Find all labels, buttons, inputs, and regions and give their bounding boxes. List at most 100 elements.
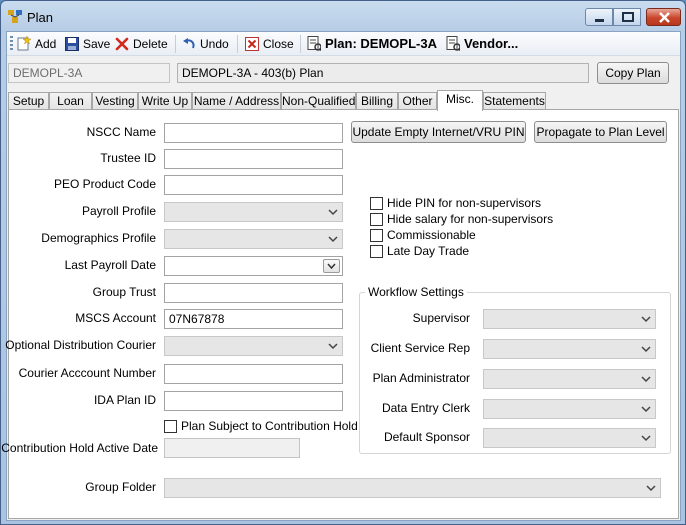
undo-button[interactable]: Undo: [182, 35, 229, 53]
contribution-hold-active-date-label: Contribution Hold Active Date: [1, 441, 158, 455]
hide-pin-label: Hide PIN for non-supervisors: [387, 196, 542, 210]
workflow-settings-title: Workflow Settings: [365, 285, 467, 299]
delete-button[interactable]: Delete: [115, 35, 168, 53]
tab-vesting[interactable]: Vesting: [92, 92, 138, 110]
hide-salary-checkbox[interactable]: [370, 213, 383, 226]
close-button[interactable]: Close: [245, 35, 294, 53]
last-payroll-date-picker[interactable]: [164, 256, 343, 276]
chevron-down-icon: [328, 209, 338, 216]
payroll-profile-label: Payroll Profile: [81, 204, 156, 218]
chevron-down-icon: [641, 346, 651, 353]
demographics-profile-select[interactable]: [164, 229, 343, 249]
chevron-down-icon: [641, 406, 651, 413]
client-service-rep-select[interactable]: [483, 339, 656, 359]
chevron-down-icon: [641, 435, 651, 442]
undo-icon: [183, 38, 195, 49]
trustee-id-label: Trustee ID: [100, 151, 156, 165]
tab-setup[interactable]: Setup: [8, 92, 49, 110]
plan-administrator-select[interactable]: [483, 369, 656, 389]
contribution-hold-active-date-field: [164, 438, 300, 458]
tab-other[interactable]: Other: [398, 92, 437, 110]
courier-account-number-label: Courier Acccount Number: [18, 366, 156, 380]
maximize-button[interactable]: [613, 8, 641, 26]
misc-tab-panel: NSCC Name Trustee ID PEO Product Code Pa…: [1, 109, 679, 519]
mscs-account-input[interactable]: 07N67878: [164, 309, 343, 329]
trustee-id-input[interactable]: [164, 149, 343, 169]
supervisor-select[interactable]: [483, 309, 656, 329]
client-area: Add Save Delete Undo Close Plan: DEMOPL-…: [1, 31, 681, 521]
tab-statements[interactable]: Statements: [483, 92, 546, 110]
optional-distribution-courier-label: Optional Distribution Courier: [5, 338, 156, 352]
demographics-profile-label: Demographics Profile: [41, 231, 156, 245]
chevron-down-icon: [327, 263, 336, 270]
tab-billing[interactable]: Billing: [356, 92, 398, 110]
chevron-down-icon: [328, 236, 338, 243]
close-form-icon: [245, 37, 259, 51]
group-trust-label: Group Trust: [92, 285, 156, 299]
nscc-name-input[interactable]: [164, 123, 343, 143]
save-icon: [65, 37, 79, 51]
late-day-trade-checkbox[interactable]: [370, 245, 383, 258]
optional-distribution-courier-select[interactable]: [164, 336, 343, 356]
data-entry-clerk-label: Data Entry Clerk: [381, 401, 470, 415]
courier-account-number-input[interactable]: [164, 364, 343, 384]
vendor-document-icon: [446, 36, 461, 51]
data-entry-clerk-select[interactable]: [483, 399, 656, 419]
hide-pin-checkbox[interactable]: [370, 197, 383, 210]
tab-name-address[interactable]: Name / Address: [192, 92, 281, 110]
hide-salary-label: Hide salary for non-supervisors: [387, 212, 554, 226]
plan-document-icon: [307, 36, 322, 51]
add-button[interactable]: Add: [17, 35, 56, 53]
app-icon: [8, 10, 22, 23]
toolbar-separator: [175, 35, 176, 53]
tab-loan[interactable]: Loan: [49, 92, 92, 110]
vendor-menu-button[interactable]: Vendor...: [446, 35, 518, 53]
tab-non-qualified[interactable]: Non-Qualified: [281, 92, 356, 110]
chevron-down-icon: [641, 376, 651, 383]
last-payroll-date-label: Last Payroll Date: [64, 258, 156, 272]
chevron-down-icon: [646, 485, 656, 492]
toolbar-grip[interactable]: [10, 36, 13, 52]
supervisor-label: Supervisor: [412, 311, 470, 325]
plan-subject-to-contribution-hold-label: Plan Subject to Contribution Hold: [181, 419, 358, 433]
window-title: Plan: [27, 10, 54, 25]
save-button[interactable]: Save: [65, 35, 110, 53]
toolbar-separator: [300, 35, 301, 53]
minimize-icon: [595, 19, 604, 22]
plan-subject-to-contribution-hold-checkbox[interactable]: [164, 420, 177, 433]
maximize-icon: [622, 12, 634, 22]
close-icon: [659, 12, 670, 23]
plan-code-field: DEMOPL-3A: [8, 63, 170, 83]
toolbar: Add Save Delete Undo Close Plan: DEMOPL-…: [7, 32, 680, 56]
tab-write-up[interactable]: Write Up: [138, 92, 192, 110]
ida-plan-id-label: IDA Plan ID: [93, 393, 156, 407]
nscc-name-label: NSCC Name: [86, 125, 156, 139]
chevron-down-icon: [328, 343, 338, 350]
ida-plan-id-input[interactable]: [164, 391, 343, 411]
group-folder-select[interactable]: [164, 478, 661, 498]
delete-icon: [115, 37, 129, 51]
commissionable-label: Commissionable: [387, 228, 476, 242]
propagate-to-plan-level-button[interactable]: Propagate to Plan Level: [534, 121, 667, 143]
date-dropdown-button[interactable]: [323, 259, 340, 273]
client-service-rep-label: Client Service Rep: [370, 341, 470, 355]
minimize-button[interactable]: [585, 8, 613, 26]
commissionable-checkbox[interactable]: [370, 229, 383, 242]
copy-plan-button[interactable]: Copy Plan: [597, 62, 669, 84]
tab-misc[interactable]: Misc.: [437, 90, 483, 111]
plan-window: Plan Add Save Delete Undo Close Plan: DE…: [0, 0, 686, 525]
payroll-profile-select[interactable]: [164, 202, 343, 222]
mscs-account-label: MSCS Account: [75, 311, 156, 325]
peo-product-code-input[interactable]: [164, 175, 343, 195]
update-empty-pin-button[interactable]: Update Empty Internet/VRU PIN: [351, 121, 526, 143]
add-icon: [17, 35, 32, 51]
plan-menu-button[interactable]: Plan: DEMOPL-3A: [307, 35, 437, 53]
default-sponsor-select[interactable]: [483, 428, 656, 448]
title-bar[interactable]: Plan: [1, 1, 685, 31]
close-window-button[interactable]: [646, 8, 681, 26]
toolbar-separator: [237, 35, 238, 53]
tab-strip: Setup Loan Vesting Write Up Name / Addre…: [7, 90, 680, 111]
late-day-trade-label: Late Day Trade: [387, 244, 470, 258]
group-trust-input[interactable]: [164, 283, 343, 303]
chevron-down-icon: [641, 316, 651, 323]
